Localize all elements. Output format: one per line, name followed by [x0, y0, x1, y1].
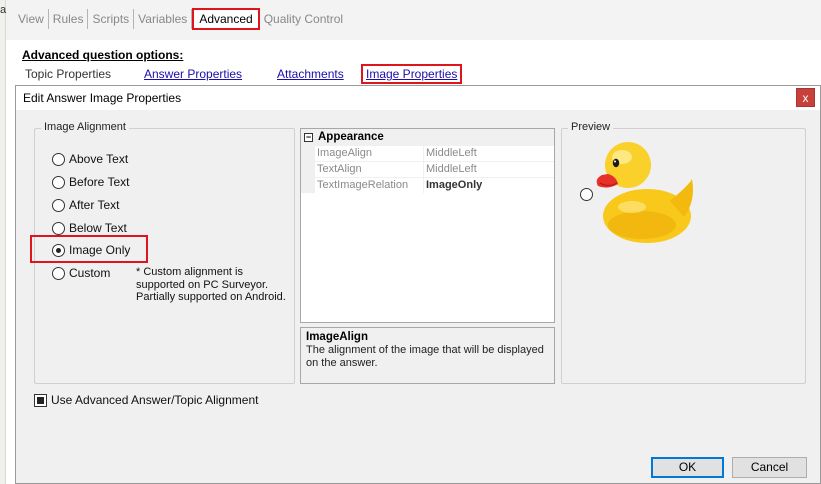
- preview-group: Preview: [561, 121, 806, 384]
- image-alignment-group: Image Alignment Above Text Before Text A…: [30, 121, 295, 384]
- subtab-attachments[interactable]: Attachments: [277, 66, 344, 82]
- close-button[interactable]: x: [796, 88, 815, 107]
- radio-below-text[interactable]: Below Text: [52, 220, 127, 236]
- property-grid[interactable]: − Appearance ImageAlign MiddleLeft TextA…: [300, 128, 555, 323]
- radio-custom[interactable]: Custom: [52, 265, 110, 281]
- help-title: ImageAlign: [306, 331, 368, 343]
- subtab-topic-properties[interactable]: Topic Properties: [25, 66, 111, 82]
- checkbox-label: Use Advanced Answer/Topic Alignment: [51, 393, 259, 407]
- rubber-duck-icon: [596, 142, 693, 243]
- property-row-textalign[interactable]: TextAlign MiddleLeft: [301, 161, 554, 177]
- dialog-title: Edit Answer Image Properties: [23, 91, 182, 105]
- close-icon: x: [802, 91, 809, 105]
- radio-label: Custom: [69, 266, 111, 280]
- radio-label: Image Only: [69, 243, 131, 257]
- row-gutter: [301, 146, 315, 161]
- help-description: The alignment of the image that will be …: [306, 344, 544, 369]
- radio-label: Before Text: [69, 175, 130, 189]
- property-name: ImageAlign: [315, 146, 424, 161]
- collapse-icon[interactable]: −: [304, 132, 313, 142]
- subtab-image-properties[interactable]: Image Properties: [361, 64, 463, 84]
- radio-label: Above Text: [69, 152, 129, 166]
- preview-legend: Preview: [568, 121, 614, 133]
- tab-scripts[interactable]: Scripts: [88, 9, 135, 29]
- radio-button[interactable]: [52, 175, 65, 189]
- property-value[interactable]: MiddleLeft: [424, 162, 554, 177]
- category-label: Appearance: [318, 131, 384, 143]
- radio-above-text[interactable]: Above Text: [52, 151, 128, 167]
- radio-label: After Text: [69, 198, 120, 212]
- property-name: TextAlign: [315, 162, 424, 177]
- row-gutter: [301, 162, 315, 177]
- radio-button[interactable]: [52, 198, 65, 212]
- advanced-alignment-checkbox-row[interactable]: Use Advanced Answer/Topic Alignment: [34, 393, 258, 407]
- property-value[interactable]: ImageOnly: [424, 178, 554, 193]
- main-tab-bar: View Rules Scripts Variables Advanced Qu…: [14, 8, 347, 30]
- property-name: TextImageRelation: [315, 178, 424, 193]
- row-gutter: [301, 178, 315, 193]
- radio-after-text[interactable]: After Text: [52, 197, 119, 213]
- tab-view[interactable]: View: [14, 9, 49, 29]
- advanced-alignment-checkbox[interactable]: [34, 393, 47, 407]
- tab-rules[interactable]: Rules: [49, 9, 89, 29]
- radio-image-only[interactable]: Image Only: [52, 242, 130, 258]
- subtab-answer-properties[interactable]: Answer Properties: [144, 66, 242, 82]
- advanced-options-title: Advanced question options:: [22, 48, 184, 62]
- radio-before-text[interactable]: Before Text: [52, 174, 129, 190]
- radio-button[interactable]: [52, 152, 65, 166]
- dialog-titlebar: Edit Answer Image Properties x: [16, 86, 820, 110]
- property-value[interactable]: MiddleLeft: [424, 146, 554, 161]
- tab-variables[interactable]: Variables: [134, 9, 193, 29]
- radio-button[interactable]: [52, 266, 65, 280]
- radio-button-selected[interactable]: [52, 243, 65, 257]
- custom-alignment-note: * Custom alignment is supported on PC Su…: [136, 266, 286, 303]
- radio-button[interactable]: [52, 221, 65, 235]
- radio-label: Below Text: [69, 221, 127, 235]
- left-panel-strip: a: [0, 0, 6, 484]
- ok-button[interactable]: OK: [651, 457, 724, 478]
- cancel-button[interactable]: Cancel: [732, 457, 807, 478]
- property-category-appearance[interactable]: − Appearance: [301, 129, 554, 145]
- property-row-textimagerelation[interactable]: TextImageRelation ImageOnly: [301, 177, 554, 193]
- tab-advanced[interactable]: Advanced: [192, 8, 260, 30]
- image-alignment-legend: Image Alignment: [41, 121, 129, 133]
- edit-image-properties-dialog: Edit Answer Image Properties x Image Ali…: [15, 85, 821, 484]
- property-help-box: ImageAlign The alignment of the image th…: [300, 327, 555, 384]
- panel-edge-glyph: a: [0, 4, 7, 16]
- tab-quality-control[interactable]: Quality Control: [260, 9, 347, 29]
- property-row-imagealign[interactable]: ImageAlign MiddleLeft: [301, 145, 554, 161]
